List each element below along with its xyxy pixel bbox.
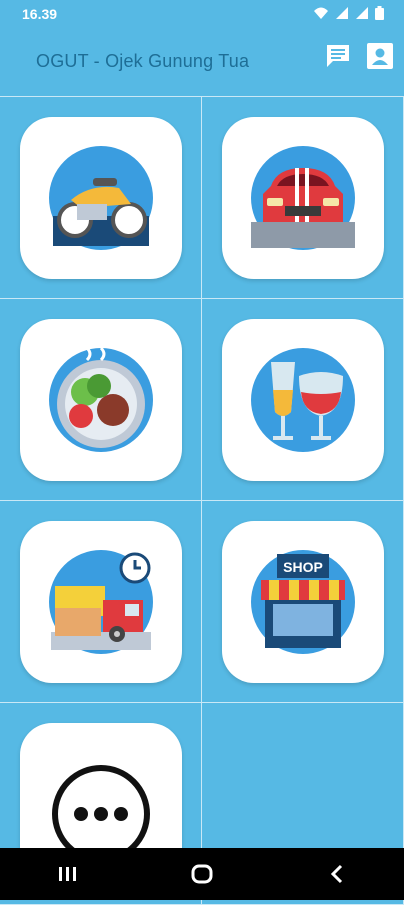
signal-icon <box>356 7 368 19</box>
status-time: 16.39 <box>22 6 58 22</box>
shop-sign: SHOP <box>283 559 323 575</box>
more-icon <box>52 765 150 863</box>
chat-icon[interactable] <box>324 42 352 70</box>
grid-cell <box>0 97 202 299</box>
grid-cell: SHOP <box>202 501 404 703</box>
service-grid: SHOP <box>0 96 404 905</box>
back-icon[interactable] <box>322 859 352 889</box>
grid-cell <box>202 299 404 501</box>
profile-icon[interactable] <box>366 42 394 70</box>
service-tile-car[interactable] <box>222 117 384 279</box>
status-icons <box>313 6 384 20</box>
app-bar: OGUT - Ojek Gunung Tua <box>0 28 404 94</box>
system-nav-bar <box>0 848 404 900</box>
wifi-icon <box>314 7 328 19</box>
drink-icon <box>251 348 355 452</box>
status-bar: 16.39 <box>0 0 404 28</box>
motorbike-icon <box>49 146 153 250</box>
signal-icon <box>336 7 348 19</box>
grid-cell <box>0 299 202 501</box>
car-icon <box>251 146 355 250</box>
grid-cell <box>202 97 404 299</box>
battery-icon <box>375 6 384 20</box>
grid-cell <box>0 501 202 703</box>
service-tile-motorbike[interactable] <box>20 117 182 279</box>
service-tile-food[interactable] <box>20 319 182 481</box>
app-title: OGUT - Ojek Gunung Tua <box>36 51 250 71</box>
app-actions <box>324 42 394 70</box>
service-tile-drink[interactable] <box>222 319 384 481</box>
recent-apps-icon[interactable] <box>52 859 82 889</box>
shop-icon: SHOP <box>251 550 355 654</box>
home-icon[interactable] <box>187 859 217 889</box>
delivery-truck-icon <box>49 550 153 654</box>
service-tile-delivery[interactable] <box>20 521 182 683</box>
food-icon <box>49 346 153 452</box>
service-tile-shop[interactable]: SHOP <box>222 521 384 683</box>
